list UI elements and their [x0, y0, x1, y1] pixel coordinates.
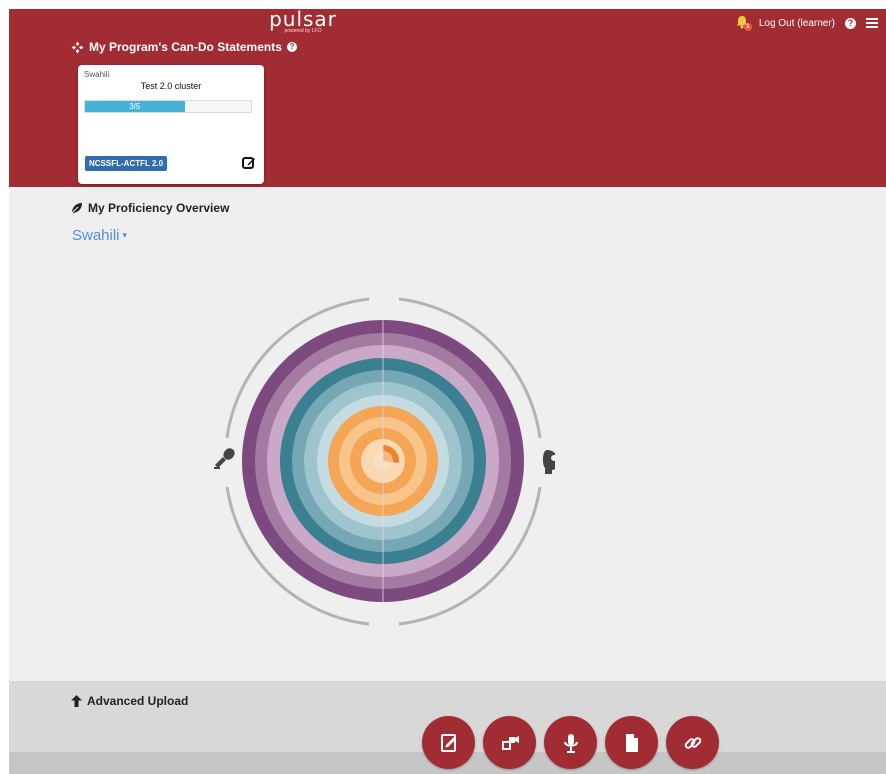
top-right-toolbar: 1 Log Out (learner) ? [735, 12, 878, 34]
card-title: Test 2.0 cluster [140, 81, 202, 91]
puzzle-icon [71, 41, 84, 53]
document-upload-button[interactable] [605, 716, 658, 769]
overview-title-text: My Proficiency Overview [88, 201, 230, 215]
arrow-up-icon [71, 695, 82, 707]
card-language: Swahili [84, 70, 110, 79]
caret-down-icon: ▾ [122, 230, 128, 240]
leaf-icon [71, 203, 82, 214]
question-icon[interactable]: ? [286, 42, 297, 52]
framework-tag: NCSSFL-ACTFL 2.0 [85, 156, 168, 171]
document-upload-icon [625, 733, 638, 752]
statements-title-text: My Program's Can-Do Statements [89, 40, 282, 54]
link-upload-icon [684, 736, 701, 749]
brand-logo[interactable]: pulsar powered by LFO [263, 9, 343, 34]
help-icon[interactable]: ? [845, 17, 856, 29]
audio-upload-button[interactable] [544, 716, 597, 769]
logout-link[interactable]: Log Out (learner) [759, 18, 835, 29]
language-dropdown[interactable]: Swahili ▾ [72, 227, 127, 244]
app-frame: pulsar powered by LFO 1 Log Out (learner… [9, 9, 886, 774]
upload-title-text: Advanced Upload [87, 694, 189, 708]
microphone-icon [214, 448, 235, 469]
overview-section-title: My Proficiency Overview [71, 201, 229, 215]
card-progress-fill: 3/5 [85, 101, 185, 112]
link-upload-button[interactable] [666, 716, 719, 769]
listening-head-icon [542, 450, 555, 474]
brand-name: pulsar [269, 7, 337, 31]
proficiency-target-chart[interactable] [209, 287, 555, 633]
statements-section-title: My Program's Can-Do Statements ? [71, 40, 297, 54]
can-do-cluster-card[interactable]: Swahili Test 2.0 cluster 3/5 NCSSFL-ACTF… [78, 65, 264, 184]
notification-count-badge: 1 [743, 23, 752, 31]
edit-icon[interactable] [242, 156, 256, 170]
writing-upload-button[interactable] [422, 716, 475, 769]
upload-section-title: Advanced Upload [71, 694, 188, 708]
language-dropdown-value: Swahili [72, 227, 120, 244]
video-upload-icon [501, 735, 519, 750]
notifications-button[interactable]: 1 [735, 15, 752, 31]
hamburger-menu-icon[interactable] [866, 18, 878, 28]
card-progress-bar: 3/5 [84, 100, 252, 113]
upload-button-row [422, 716, 719, 769]
header-banner: pulsar powered by LFO 1 Log Out (learner… [9, 9, 886, 187]
audio-upload-icon [563, 733, 578, 753]
writing-upload-icon [440, 733, 456, 752]
video-upload-button[interactable] [483, 716, 536, 769]
